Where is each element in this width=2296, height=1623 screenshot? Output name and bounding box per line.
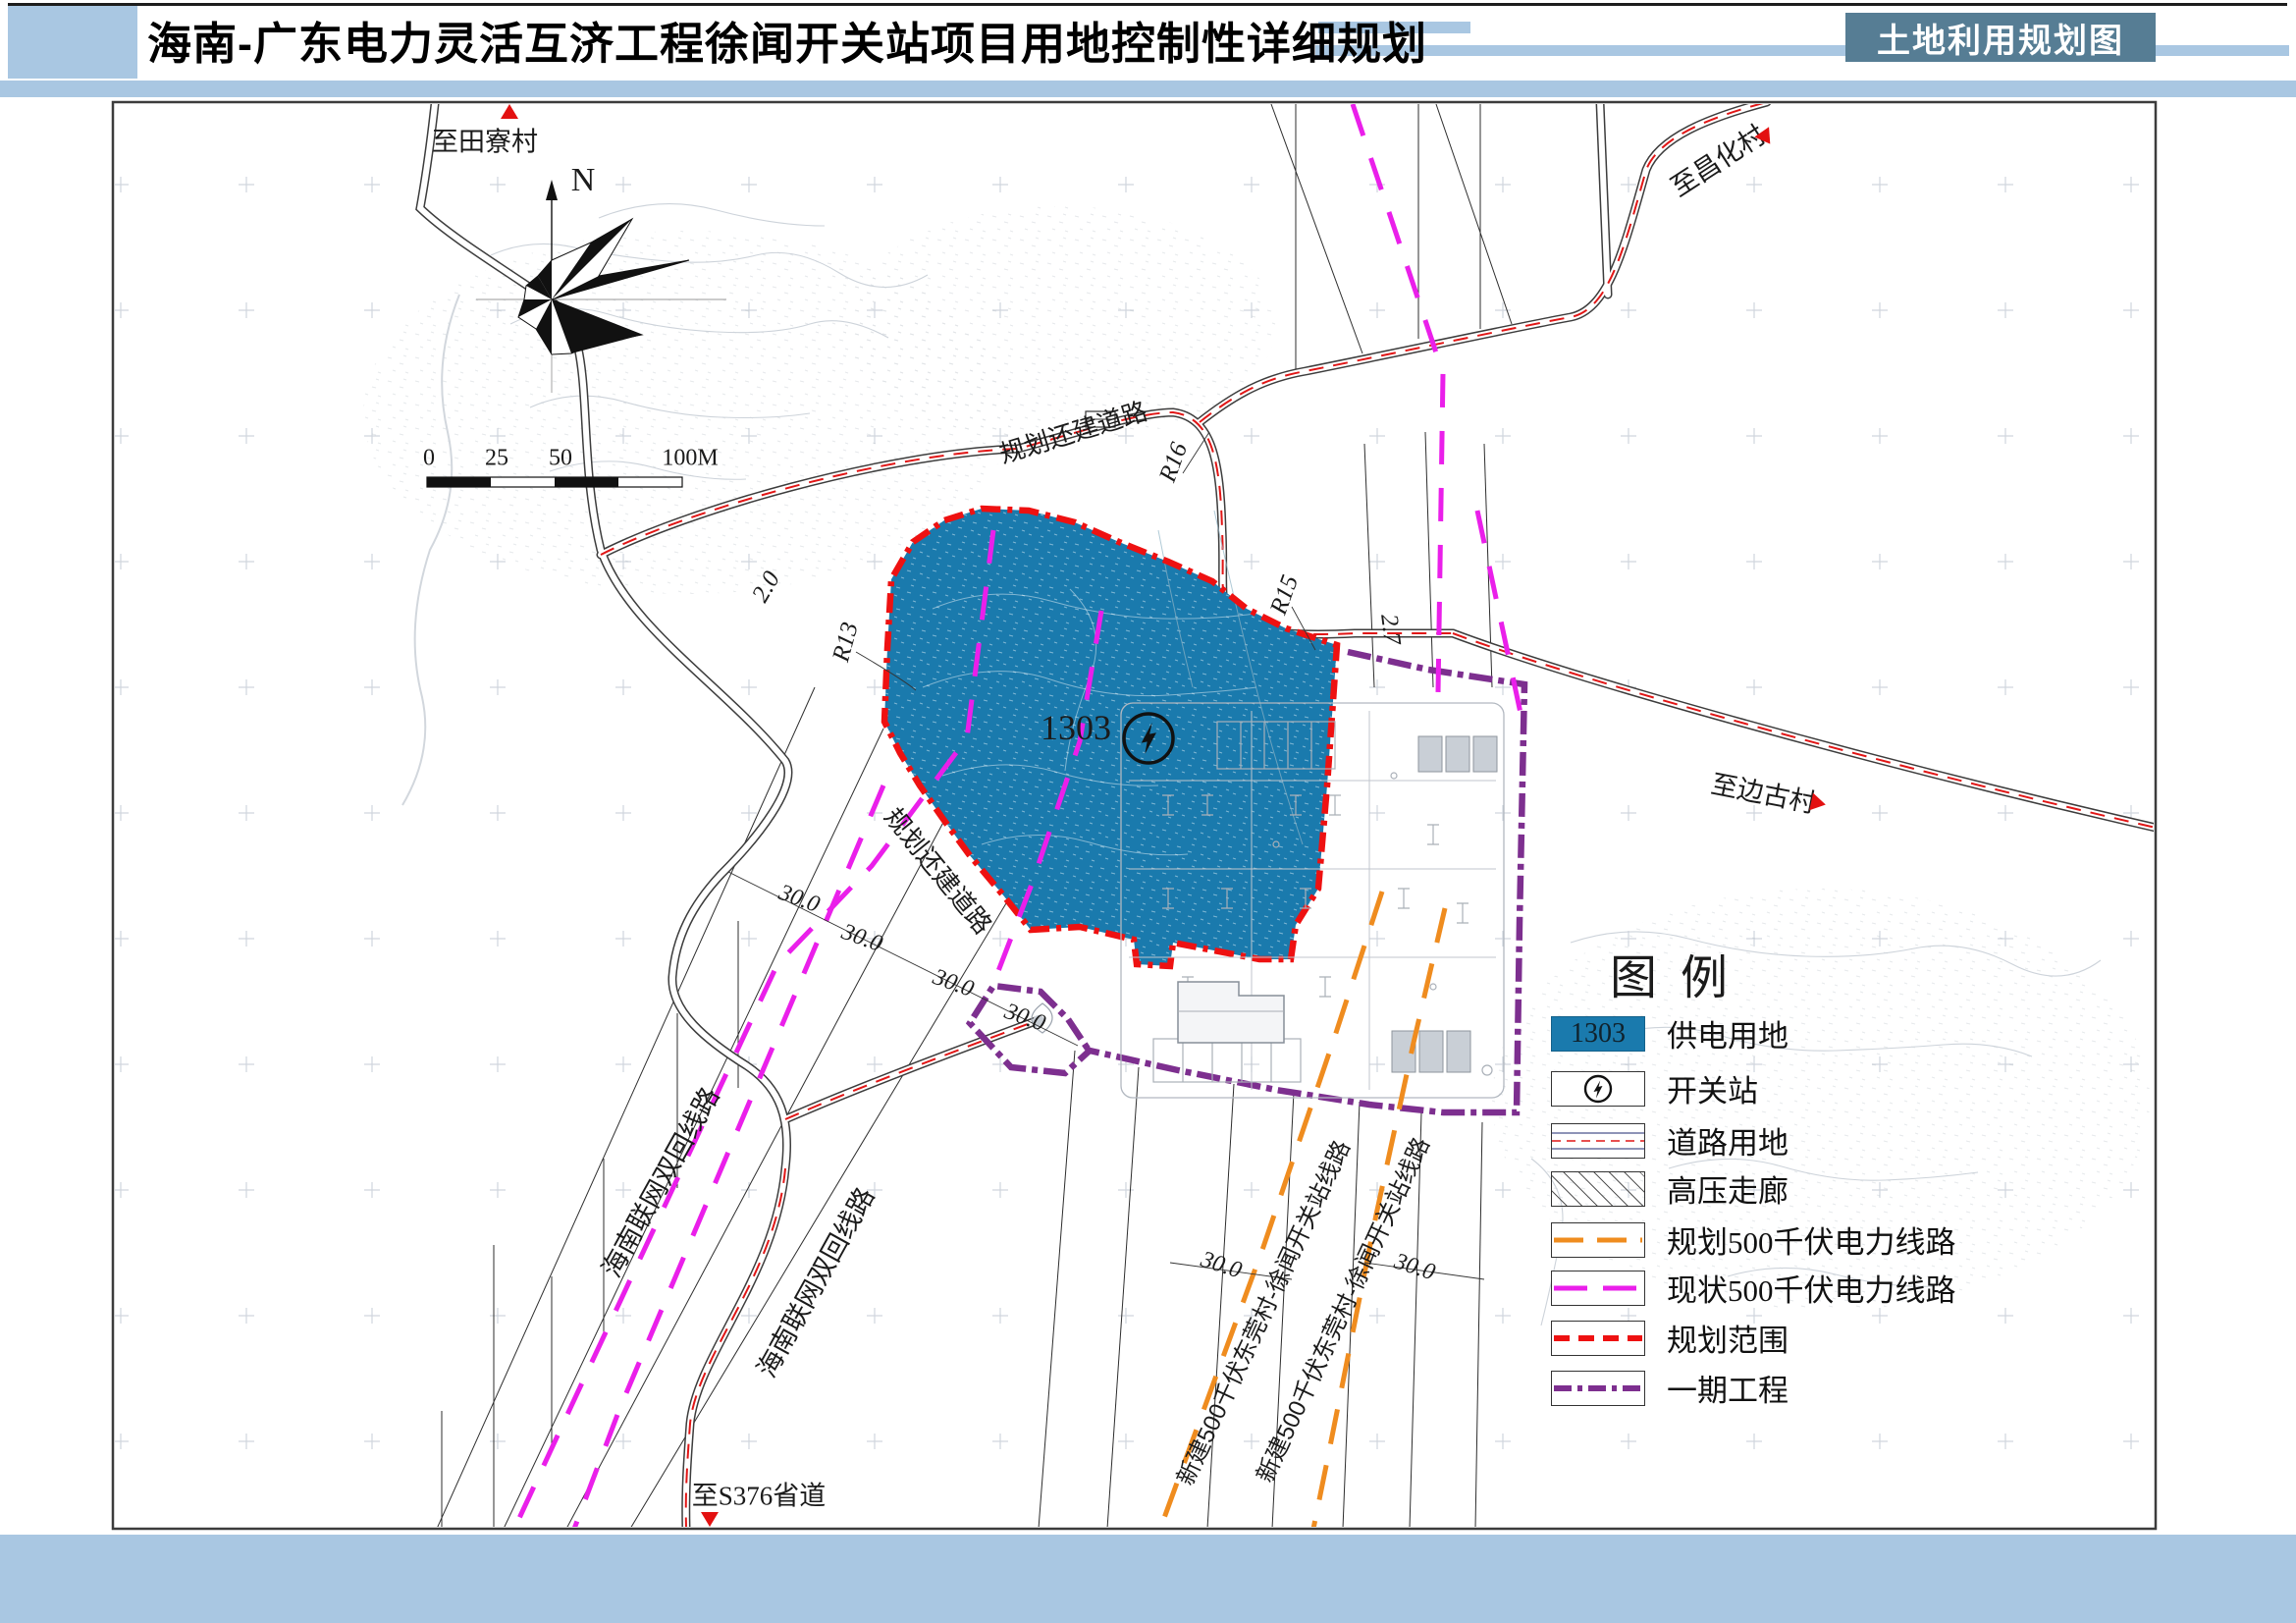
road-swatch-icon [1552,1124,1644,1158]
scale-tick-50: 50 [549,446,572,472]
legend-row-planned-500kv: 规划500千伏电力线路 [1551,1217,1956,1262]
legend-label: 道路用地 [1667,1118,1789,1163]
legend-swatch-hv-corridor [1551,1171,1645,1207]
legend-swatch-road-land [1551,1123,1645,1159]
dim-label-2-7: 2.7 [1374,613,1406,646]
legend-label: 规划500千伏电力线路 [1667,1217,1956,1262]
legend-label: 一期工程 [1667,1366,1789,1410]
legend-row-power-land: 1303 供电用地 [1551,1011,1789,1055]
direction-arrow-icon [701,1512,719,1527]
map-canvas [0,0,2296,1623]
legend-swatch-phase1 [1551,1371,1645,1406]
header-bottom-strip [0,81,2296,97]
scale-tick-0: 0 [423,446,435,472]
header-corner-block [8,6,137,79]
legend-row-planning-scope: 规划范围 [1551,1316,1789,1360]
legend-row-switch-station: 开关站 [1551,1066,1758,1110]
legend-label: 开关站 [1667,1066,1758,1110]
legend-title: 图 例 [1610,939,1734,1007]
page-title: 海南-广东电力灵活互济工程徐闻开关站项目用地控制性详细规划 [147,8,1427,72]
magenta-dash-icon [1552,1271,1644,1305]
legend-row-road-land: 道路用地 [1551,1118,1789,1163]
legend-label: 供电用地 [1667,1011,1789,1055]
legend-swatch-power-land: 1303 [1551,1016,1645,1052]
switch-station-icon [1552,1072,1644,1106]
map-type-badge-label: 土地利用规划图 [1877,14,2124,62]
legend-swatch-switch-station [1551,1071,1645,1107]
legend-parcel-code: 1303 [1571,1018,1626,1050]
orange-dash-icon [1552,1223,1644,1257]
legend-label: 现状500千伏电力线路 [1667,1266,1956,1310]
legend-row-hv-corridor: 高压走廊 [1551,1166,1789,1211]
scale-tick-25: 25 [485,446,508,472]
map-type-badge: 土地利用规划图 [1845,13,2156,62]
destination-label-tianliao: 至田寮村 [432,121,538,159]
compass-north-label: N [571,162,596,199]
legend-row-existing-500kv: 现状500千伏电力线路 [1551,1266,1956,1310]
red-dash-icon [1552,1322,1644,1355]
legend-swatch-planning-scope [1551,1321,1645,1356]
legend-swatch-existing-500kv [1551,1271,1645,1306]
legend-label: 规划范围 [1667,1316,1789,1360]
parcel-code-label: 1303 [1041,707,1111,748]
legend-label: 高压走廊 [1667,1166,1789,1211]
legend-swatch-planned-500kv [1551,1222,1645,1258]
direction-arrow-icon [501,104,518,119]
purple-dashdot-icon [1552,1372,1644,1405]
destination-label-s376: 至S376省道 [692,1475,827,1513]
scale-tick-100: 100M [662,446,718,472]
header-top-rule [8,3,2287,6]
scale-bar [427,477,682,487]
legend-row-phase1: 一期工程 [1551,1366,1789,1410]
